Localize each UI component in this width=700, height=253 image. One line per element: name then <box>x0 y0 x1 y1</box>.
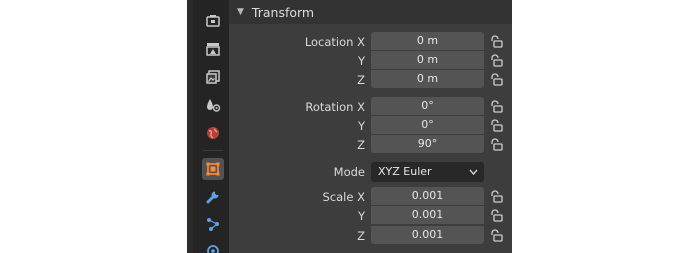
rotation-y-field[interactable]: 0° <box>371 116 484 134</box>
scale-y-label: Y <box>357 209 365 223</box>
mode-row: Mode XYZ Euler <box>229 162 512 182</box>
scale-z-field[interactable]: 0.001 <box>371 226 484 244</box>
panel-title: Transform <box>251 4 315 20</box>
lock-icon[interactable] <box>489 119 503 133</box>
location-z-label: Z <box>357 73 365 87</box>
scale-z-row: Z 0.001 <box>229 226 512 246</box>
object-icon <box>205 161 221 177</box>
tab-world[interactable] <box>202 122 224 144</box>
tab-separator <box>203 150 223 151</box>
scale-y-row: Y 0.001 <box>229 206 512 226</box>
location-x-row: Location X 0 m <box>229 32 512 52</box>
physics-icon <box>205 243 221 253</box>
tab-particles[interactable] <box>202 213 224 235</box>
scale-z-label: Z <box>357 229 365 243</box>
mode-label: Mode <box>333 165 365 179</box>
expand-arrow-icon: ▼ <box>237 7 244 17</box>
rotation-mode-value: XYZ Euler <box>378 165 432 178</box>
rotation-y-label: Y <box>357 119 365 133</box>
transform-panel: ▼ Transform Location X 0 m Y 0 m Z 0 m R… <box>229 0 512 253</box>
lock-icon[interactable] <box>489 54 503 68</box>
rotation-x-field[interactable]: 0° <box>371 97 484 115</box>
modifier-wrench-icon <box>205 189 221 205</box>
tab-render[interactable] <box>202 38 224 60</box>
location-z-field[interactable]: 0 m <box>371 70 484 88</box>
lock-icon[interactable] <box>489 229 503 243</box>
rotation-z-label: Z <box>357 138 365 152</box>
tab-bar-edge <box>187 0 193 253</box>
tab-object[interactable] <box>202 158 224 180</box>
rotation-z-row: Z 90° <box>229 135 512 155</box>
rotation-mode-dropdown[interactable]: XYZ Euler <box>371 162 484 182</box>
lock-icon[interactable] <box>489 100 503 114</box>
chevron-down-icon <box>469 168 478 176</box>
tab-physics[interactable] <box>202 240 224 253</box>
scale-x-row: Scale X 0.001 <box>229 187 512 207</box>
scale-x-field[interactable]: 0.001 <box>371 187 484 205</box>
tab-modifiers[interactable] <box>202 186 224 208</box>
lock-icon[interactable] <box>489 73 503 87</box>
scene-properties-icon <box>205 97 221 113</box>
location-y-row: Y 0 m <box>229 51 512 71</box>
render-icon <box>205 41 221 57</box>
transform-panel-header[interactable]: ▼ Transform <box>229 0 512 24</box>
scale-y-field[interactable]: 0.001 <box>371 206 484 224</box>
location-z-row: Z 0 m <box>229 70 512 90</box>
properties-editor: ▼ Transform Location X 0 m Y 0 m Z 0 m R… <box>187 0 512 253</box>
scale-x-label: Scale X <box>322 190 365 204</box>
world-icon <box>205 125 221 141</box>
location-x-label: Location X <box>304 35 365 49</box>
tab-tool[interactable] <box>202 10 224 32</box>
lock-icon[interactable] <box>489 35 503 49</box>
lock-icon[interactable] <box>489 138 503 152</box>
location-x-field[interactable]: 0 m <box>371 32 484 50</box>
tab-view-layer[interactable] <box>202 66 224 88</box>
scene-icon <box>205 13 221 29</box>
particles-icon <box>205 216 221 232</box>
rotation-x-label: Rotation X <box>305 100 365 114</box>
lock-icon[interactable] <box>489 209 503 223</box>
location-y-field[interactable]: 0 m <box>371 51 484 69</box>
location-y-label: Y <box>357 54 365 68</box>
tab-scene[interactable] <box>202 94 224 116</box>
rotation-x-row: Rotation X 0° <box>229 97 512 117</box>
view-layer-icon <box>205 69 221 85</box>
rotation-z-field[interactable]: 90° <box>371 135 484 153</box>
lock-icon[interactable] <box>489 190 503 204</box>
properties-tab-bar <box>187 0 229 253</box>
rotation-y-row: Y 0° <box>229 116 512 136</box>
